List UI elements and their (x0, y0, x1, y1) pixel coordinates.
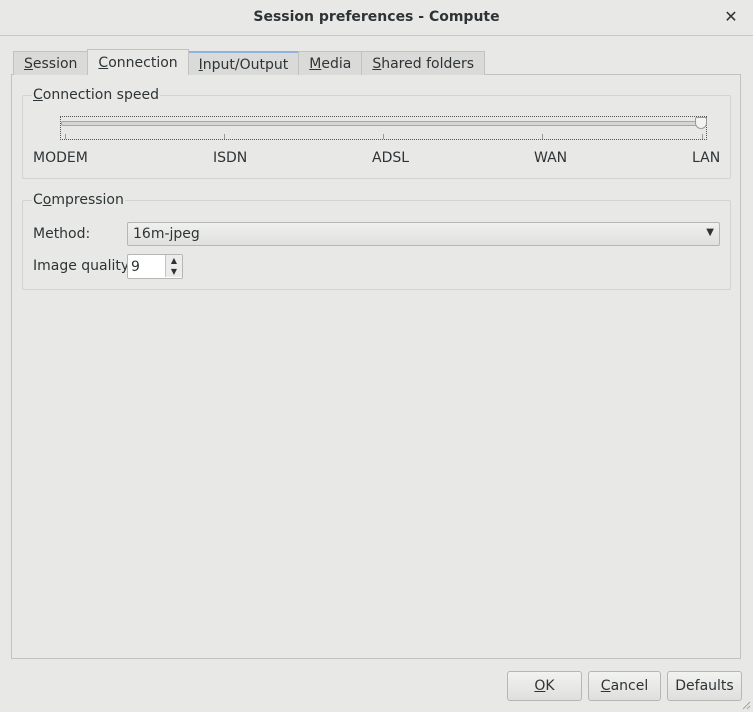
image-quality-value[interactable]: 9 (131, 259, 140, 275)
method-dropdown[interactable]: 16m-jpeg ▼ (127, 222, 720, 246)
tab-media-mnemonic: M (309, 56, 322, 72)
method-value: 16m-jpeg (133, 226, 200, 242)
tab-connection[interactable]: Connection (87, 49, 189, 75)
slider-handle[interactable] (695, 117, 707, 129)
speed-label-modem: MODEM (33, 150, 88, 166)
tab-connection-mnemonic: C (98, 55, 109, 71)
tab-session[interactable]: Session (13, 51, 89, 75)
slider-tick (383, 134, 384, 139)
defaults-button[interactable]: Defaults (667, 671, 742, 701)
ok-button[interactable]: OK (507, 671, 582, 701)
speed-label-lan: LAN (692, 150, 721, 166)
slider-tick (702, 134, 703, 139)
slider-tick (224, 134, 225, 139)
resize-grip-icon[interactable] (741, 700, 751, 710)
image-quality-spinbox[interactable]: 9 ▲ ▼ (127, 254, 183, 279)
slider-tick (542, 134, 543, 139)
compression-title: Compression (32, 192, 125, 208)
tab-input-output[interactable]: Input/Output (187, 51, 300, 75)
cancel-button[interactable]: Cancel (588, 671, 661, 701)
image-quality-label: Image quality: (33, 258, 133, 274)
tab-session-mnemonic: S (24, 56, 33, 72)
tab-bar: Session Connection Input/Output Media Sh… (13, 49, 486, 75)
speed-label-wan: WAN (534, 150, 568, 166)
tab-media[interactable]: Media (298, 51, 363, 75)
tab-shared-folders-mnemonic: S (372, 56, 382, 72)
tab-shared-folders[interactable]: Shared folders (361, 51, 486, 75)
close-icon[interactable]: ✕ (721, 7, 741, 27)
slider-tick (65, 134, 66, 139)
speed-label-adsl: ADSL (372, 150, 410, 166)
title-bar: Session preferences - Compute ✕ (0, 0, 753, 36)
chevron-down-icon: ▼ (706, 227, 714, 238)
connection-speed-title: Connection speed (32, 87, 160, 103)
speed-label-isdn: ISDN (213, 150, 248, 166)
spin-down-icon[interactable]: ▼ (165, 266, 182, 277)
window-title: Session preferences - Compute (253, 9, 500, 25)
slider-groove (61, 121, 705, 126)
method-label: Method: (33, 226, 91, 242)
